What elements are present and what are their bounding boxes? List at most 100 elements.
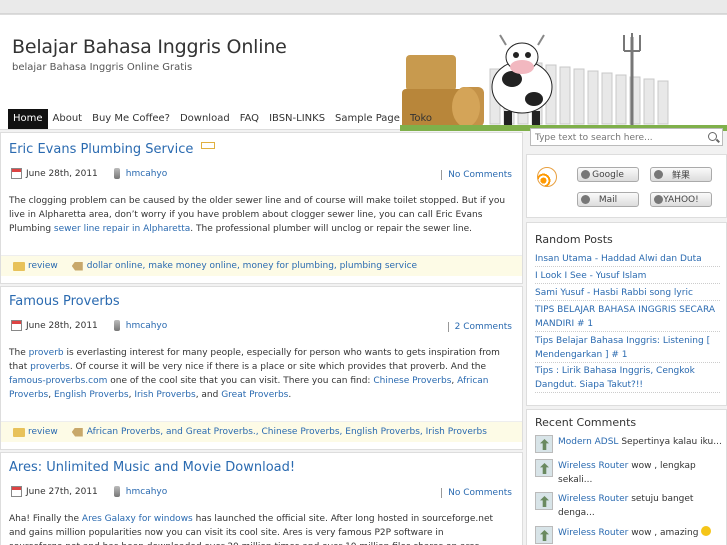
author-icon xyxy=(113,320,120,331)
body-text: . The professional plumber will unclog o… xyxy=(190,224,472,234)
post-category[interactable]: review xyxy=(28,261,58,271)
post-date: June 27th, 2011 xyxy=(26,486,98,497)
post-date: June 28th, 2011 xyxy=(26,320,98,331)
subscribe-widget: Google 鲜果 Mail YAHOO! xyxy=(526,154,727,218)
nav-download[interactable]: Download xyxy=(175,109,235,129)
post-title[interactable]: Famous Proverbs xyxy=(9,294,120,309)
comments-count[interactable]: 2 Comments xyxy=(455,322,512,332)
body-link[interactable]: Great Proverbs xyxy=(221,390,288,400)
post-body: The proverb is everlasting interest for … xyxy=(9,346,509,402)
calendar-icon xyxy=(11,486,22,497)
xianguo-reader-button[interactable]: 鲜果 xyxy=(650,167,712,182)
post-title-text[interactable]: Eric Evans Plumbing Service xyxy=(9,142,193,157)
post-category[interactable]: review xyxy=(28,427,58,437)
random-post-link[interactable]: I Look I See - Yusuf Islam xyxy=(535,269,720,284)
tag-icon xyxy=(71,427,83,437)
site-description: belajar Bahasa Inggris Online Gratis xyxy=(12,62,193,73)
plus-icon xyxy=(581,195,590,204)
comment-author[interactable]: Modern ADSL xyxy=(558,437,618,447)
rss-icon[interactable] xyxy=(537,167,557,187)
site-header: Belajar Bahasa Inggris Online belajar Ba… xyxy=(0,14,727,131)
plus-icon xyxy=(581,170,590,179)
comment-author[interactable]: Wireless Router xyxy=(558,494,628,504)
comments-link[interactable]: 2 Comments xyxy=(447,322,512,332)
smiley-icon xyxy=(701,526,712,536)
calendar-icon xyxy=(11,320,22,331)
page: Belajar Bahasa Inggris Online belajar Ba… xyxy=(0,0,727,545)
body-link[interactable]: Irish Proverbs xyxy=(134,390,195,400)
random-post-link[interactable]: Sami Yusuf - Hasbi Rabbi song lyric xyxy=(535,286,720,301)
random-posts-widget: Random Posts Insan Utama - Haddad Alwi d… xyxy=(526,222,727,406)
comments-count[interactable]: No Comments xyxy=(448,488,512,498)
body-link[interactable]: sewer line repair in Alpharetta xyxy=(54,224,190,234)
body-link[interactable]: Chinese Proverbs xyxy=(373,376,451,386)
random-post-link[interactable]: Tips : Lirik Bahasa Inggris, Cengkok Dan… xyxy=(535,364,720,393)
body-link[interactable]: Ares Galaxy for windows xyxy=(82,514,193,524)
folder-icon xyxy=(13,427,25,437)
site-title[interactable]: Belajar Bahasa Inggris Online xyxy=(12,36,287,58)
comment-icon xyxy=(441,170,445,180)
post: Famous Proverbs June 28th, 2011 hmcahyo … xyxy=(0,286,523,450)
body-link[interactable]: English Proverbs xyxy=(54,390,129,400)
post-tags[interactable]: dollar online, make money online, money … xyxy=(87,261,417,271)
random-post-link[interactable]: Tips Belajar Bahasa Inggris: Listening [… xyxy=(535,334,720,363)
recent-comments-widget: Recent Comments Modern ADSL Sepertinya k… xyxy=(526,409,727,545)
comments-count[interactable]: No Comments xyxy=(448,170,512,180)
nav-buy-me-coffee[interactable]: Buy Me Coffee? xyxy=(87,109,175,129)
nav-about[interactable]: About xyxy=(48,109,88,129)
body-text: , and xyxy=(195,390,222,400)
plus-icon xyxy=(654,195,663,204)
post-body: The clogging problem can be caused by th… xyxy=(9,194,509,236)
calendar-icon xyxy=(11,168,22,179)
new-badge-icon xyxy=(201,142,216,149)
post-title[interactable]: Eric Evans Plumbing Service xyxy=(9,142,216,157)
search-input[interactable] xyxy=(535,131,705,144)
body-text: The xyxy=(9,348,29,358)
body-link[interactable]: proverbs xyxy=(30,362,70,372)
reader-label: YAHOO! xyxy=(663,194,699,205)
google-reader-button[interactable]: Google xyxy=(577,167,639,182)
body-text: . Of course it will be very nice if ther… xyxy=(69,362,487,372)
comments-link[interactable]: No Comments xyxy=(441,170,512,180)
search-icon[interactable] xyxy=(708,132,717,141)
body-link[interactable]: proverb xyxy=(29,348,64,358)
nav-faq[interactable]: FAQ xyxy=(235,109,264,129)
random-post-link[interactable]: Insan Utama - Haddad Alwi dan Duta xyxy=(535,252,720,267)
reader-label: 鲜果 xyxy=(671,171,690,181)
comment-excerpt[interactable]: wow , amazing xyxy=(628,528,701,538)
reader-label: Google xyxy=(592,169,624,180)
post: Ares: Unlimited Music and Movie Download… xyxy=(0,452,523,545)
search-box xyxy=(530,128,723,146)
random-post-link[interactable]: TIPS BELAJAR BAHASA INGGRIS SECARA MANDI… xyxy=(535,303,720,332)
author-icon xyxy=(113,486,120,497)
nav-ibsn-links[interactable]: IBSN-LINKS xyxy=(264,109,330,129)
post-meta: June 27th, 2011 hmcahyo xyxy=(11,486,167,497)
body-text: Aha! Finally the xyxy=(9,514,82,524)
yahoo-reader-button[interactable]: YAHOO! xyxy=(650,192,712,207)
post-meta: June 28th, 2011 hmcahyo xyxy=(11,168,167,179)
post-author[interactable]: hmcahyo xyxy=(126,321,167,331)
post-meta: June 28th, 2011 hmcahyo xyxy=(11,320,167,331)
comments-link[interactable]: No Comments xyxy=(441,488,512,498)
avatar xyxy=(535,435,553,453)
post-tags[interactable]: African Proverbs, and Great Proverbs., C… xyxy=(87,427,487,437)
mail-reader-button[interactable]: Mail xyxy=(577,192,639,207)
nav-toko[interactable]: Toko xyxy=(405,109,437,129)
comment-icon xyxy=(447,322,452,332)
widget-title: Recent Comments xyxy=(535,416,637,429)
body-text: . xyxy=(288,390,292,400)
comment-author[interactable]: Wireless Router xyxy=(558,528,628,538)
nav-home[interactable]: Home xyxy=(8,109,48,129)
post-title[interactable]: Ares: Unlimited Music and Movie Download… xyxy=(9,460,295,475)
nav-sample-page[interactable]: Sample Page xyxy=(330,109,405,129)
tag-icon xyxy=(71,261,83,271)
post-author[interactable]: hmcahyo xyxy=(126,169,167,179)
comment-excerpt[interactable]: Sepertinya kalau iku... xyxy=(618,437,722,447)
body-link[interactable]: famous-proverbs.com xyxy=(9,376,107,386)
body-text: one of the cool site that you can visit.… xyxy=(107,376,374,386)
main-content: Eric Evans Plumbing Service June 28th, 2… xyxy=(0,132,523,545)
post-author[interactable]: hmcahyo xyxy=(126,487,167,497)
top-bar xyxy=(0,0,727,14)
widget-title: Random Posts xyxy=(535,233,613,246)
comment-author[interactable]: Wireless Router xyxy=(558,461,628,471)
